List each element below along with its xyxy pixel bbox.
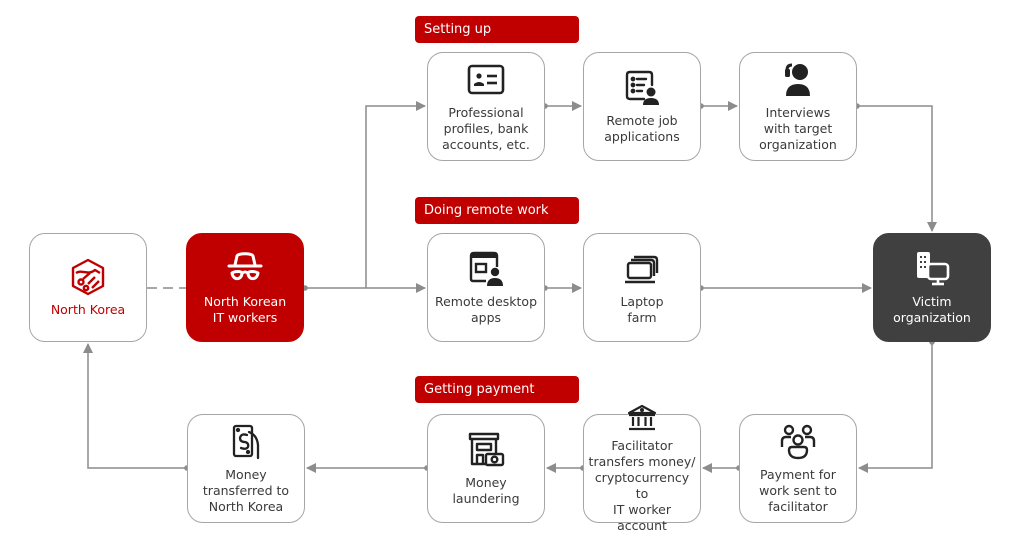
node-victim-organization[interactable]: Victim organization — [873, 233, 991, 342]
resume-person-icon — [622, 68, 662, 108]
edge-victim-to-payment-sent — [858, 342, 933, 473]
node-label: North Korea — [50, 302, 126, 317]
node-label: Laptop farm — [620, 294, 664, 325]
node-it-workers[interactable]: North Korean IT workers — [186, 233, 304, 342]
node-label: Victim organization — [893, 294, 971, 325]
phase-getting-payment: Getting payment — [415, 376, 579, 403]
phase-doing-remote-work: Doing remote work — [415, 197, 579, 224]
node-payment-sent-to-facilitator[interactable]: Payment for work sent to facilitator — [739, 414, 857, 523]
spy-hat-glasses-icon — [225, 249, 265, 289]
hand-cash-icon — [226, 422, 266, 462]
node-laptop-farm[interactable]: Laptop farm — [583, 233, 701, 342]
node-remote-desktop-apps[interactable]: Remote desktop apps — [427, 233, 545, 342]
node-facilitator-transfers[interactable]: Facilitator transfers money/ cryptocurre… — [583, 404, 701, 533]
edge-transferred-to-north-korea — [83, 343, 187, 469]
node-money-transferred[interactable]: Money transferred to North Korea — [187, 414, 305, 523]
node-money-laundering[interactable]: Money laundering — [427, 414, 545, 523]
node-label: Remote job applications — [604, 113, 680, 144]
bank-icon — [622, 403, 662, 433]
storefront-cash-icon — [466, 430, 506, 470]
phase-setting-up: Setting up — [415, 16, 579, 43]
node-label: North Korean IT workers — [203, 294, 287, 325]
node-professional-profiles[interactable]: Professional profiles, bank accounts, et… — [427, 52, 545, 161]
people-group-icon — [778, 422, 818, 462]
node-interviews[interactable]: Interviews with target organization — [739, 52, 857, 161]
node-north-korea[interactable]: North Korea — [29, 233, 147, 342]
headset-person-icon — [778, 60, 818, 100]
node-label: Professional profiles, bank accounts, et… — [442, 105, 530, 152]
node-label: Money laundering — [452, 475, 520, 506]
node-label: Money transferred to North Korea — [202, 467, 290, 514]
building-monitor-icon — [912, 249, 952, 289]
node-label: Remote desktop apps — [434, 294, 538, 325]
id-card-icon — [466, 60, 506, 100]
node-label: Payment for work sent to facilitator — [759, 467, 837, 514]
edge-interviews-to-victim — [857, 105, 937, 232]
north-korea-map-icon — [68, 257, 108, 297]
node-label: Facilitator transfers money/ cryptocurre… — [588, 438, 696, 533]
node-label: Interviews with target organization — [759, 105, 837, 152]
remote-desktop-person-icon — [466, 249, 506, 289]
stacked-laptops-icon — [622, 249, 662, 289]
node-remote-job-applications[interactable]: Remote job applications — [583, 52, 701, 161]
